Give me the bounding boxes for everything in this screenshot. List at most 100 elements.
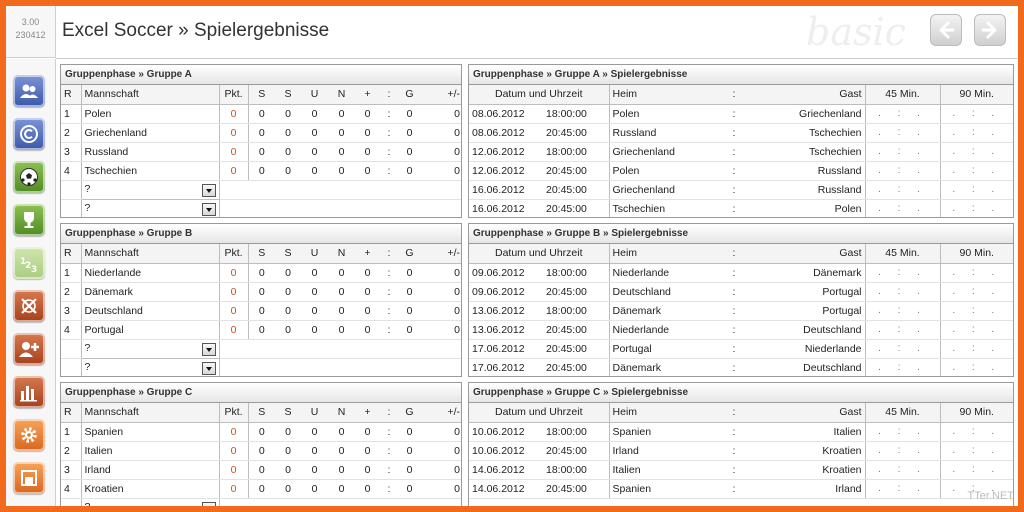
halftime-score[interactable]: . : . (865, 104, 941, 124)
chevron-down-icon[interactable] (201, 183, 216, 197)
halftime-score[interactable]: . : . (865, 263, 941, 283)
team-wins: 0 (275, 142, 301, 162)
team-goal-diff: 0 (421, 104, 461, 124)
delete-ball-button[interactable] (13, 290, 45, 322)
team-wins: 0 (275, 301, 301, 321)
halftime-score[interactable]: . : . (865, 320, 941, 340)
team-select-row: ? (61, 338, 461, 359)
soccer-button[interactable] (13, 161, 45, 193)
team-draws: 0 (301, 142, 328, 162)
add-user-button[interactable] (13, 333, 45, 365)
numbers-button[interactable]: 123 (13, 247, 45, 279)
fulltime-score[interactable]: . : . (940, 422, 1013, 442)
team-name: Irland (81, 460, 220, 480)
sidebar: 123 (6, 59, 56, 506)
copyright-button[interactable] (13, 118, 45, 150)
halftime-score[interactable]: . : . (865, 180, 941, 200)
halftime-score[interactable]: . : . (865, 422, 941, 442)
team-select[interactable]: ? (80, 357, 220, 376)
statistics-button[interactable] (13, 376, 45, 408)
fulltime-score[interactable]: . : . (940, 199, 1013, 217)
fulltime-score[interactable]: . : . (940, 104, 1013, 124)
fulltime-score[interactable]: . : . (940, 263, 1013, 283)
fulltime-score[interactable]: . : . (940, 460, 1013, 480)
team-select[interactable]: ? (80, 198, 220, 217)
halftime-score[interactable]: . : . (865, 441, 941, 461)
match-row: 08.06.2012 18:00:00 Polen : Griechenland… (469, 104, 1013, 124)
halftime-score[interactable]: . : . (865, 460, 941, 480)
trophy-button[interactable] (13, 204, 45, 236)
team-rank: 4 (61, 479, 82, 499)
team-draws: 0 (301, 320, 328, 340)
away-team: Deutschland (749, 358, 866, 376)
goals-separator: : (380, 142, 398, 162)
match-date: 17.06.2012 (469, 339, 543, 359)
match-date: 08.06.2012 (469, 104, 543, 124)
fulltime-header: 90 Min. (940, 403, 1013, 423)
forward-button[interactable] (974, 14, 1006, 46)
soccer-ball-icon (20, 168, 38, 186)
team-goal-diff: 0 (421, 263, 461, 283)
trophy-icon (24, 212, 34, 228)
results-panel: Gruppenphase » Gruppe C » Spielergebniss… (468, 382, 1014, 506)
halftime-score[interactable]: . : . (865, 301, 941, 321)
fulltime-score[interactable]: . : . (940, 441, 1013, 461)
halftime-score[interactable]: . : . (865, 479, 941, 499)
team-goals-against: 0 (398, 301, 421, 321)
fulltime-score[interactable]: . : . (940, 282, 1013, 302)
team-draws: 0 (301, 104, 328, 124)
team-select-row: ? (61, 179, 461, 200)
team-goals-for: 0 (355, 104, 380, 124)
team-goals-against: 0 (398, 282, 421, 302)
team-rank: 2 (61, 123, 82, 143)
halftime-score[interactable]: . : . (865, 339, 941, 359)
halftime-score[interactable]: . : . (865, 199, 941, 217)
save-button[interactable] (13, 462, 45, 494)
fulltime-score[interactable]: . : . (940, 301, 1013, 321)
standings-row: 1 Spanien 0 0 0 0 0 0 : 0 0 (61, 422, 461, 442)
team-goals-for: 0 (355, 263, 380, 283)
halftime-score[interactable]: . : . (865, 282, 941, 302)
fulltime-score[interactable]: . : . (940, 123, 1013, 143)
fulltime-score[interactable]: . : . (940, 358, 1013, 376)
team-select[interactable]: ? (80, 497, 220, 507)
team-select[interactable]: ? (80, 179, 220, 200)
users-button[interactable] (13, 75, 45, 107)
team-wins: 0 (275, 123, 301, 143)
team-select[interactable]: ? (80, 338, 220, 359)
select-value: ? (85, 501, 91, 507)
column-header: : (380, 403, 398, 423)
halftime-score[interactable]: . : . (865, 142, 941, 162)
halftime-score[interactable]: . : . (865, 161, 941, 181)
home-header: Heim (609, 403, 720, 423)
team-goals-for: 0 (355, 142, 380, 162)
halftime-score[interactable]: . : . (865, 358, 941, 376)
back-button[interactable] (930, 14, 962, 46)
team-points: 0 (219, 104, 249, 124)
team-rank: 1 (61, 422, 82, 442)
team-draws: 0 (301, 123, 328, 143)
chevron-down-icon[interactable] (201, 342, 216, 356)
fulltime-score[interactable]: . : . (940, 161, 1013, 181)
settings-button[interactable] (13, 419, 45, 451)
team-goals-for: 0 (355, 320, 380, 340)
fulltime-score[interactable]: . : . (940, 142, 1013, 162)
results-table: Datum und Uhrzeit Heim : Gast 45 Min. 90… (469, 403, 1013, 499)
home-team: Griechenland (609, 142, 720, 162)
chevron-down-icon[interactable] (201, 501, 216, 506)
team-losses: 0 (328, 441, 355, 461)
standings-row: 1 Niederlande 0 0 0 0 0 0 : 0 0 (61, 263, 461, 283)
separator-header: : (719, 403, 750, 423)
halftime-score[interactable]: . : . (865, 123, 941, 143)
chevron-down-icon[interactable] (201, 202, 216, 216)
fulltime-score[interactable]: . : . (940, 320, 1013, 340)
standings-title: Gruppenphase » Gruppe B (61, 224, 461, 244)
fulltime-score[interactable]: . : . (940, 339, 1013, 359)
fulltime-score[interactable]: . : . (940, 180, 1013, 200)
match-separator: : (719, 180, 750, 200)
team-goals-for: 0 (355, 161, 380, 181)
chevron-down-icon[interactable] (201, 361, 216, 375)
team-goals-against: 0 (398, 460, 421, 480)
goals-separator: : (380, 104, 398, 124)
halftime-header: 45 Min. (865, 244, 941, 264)
